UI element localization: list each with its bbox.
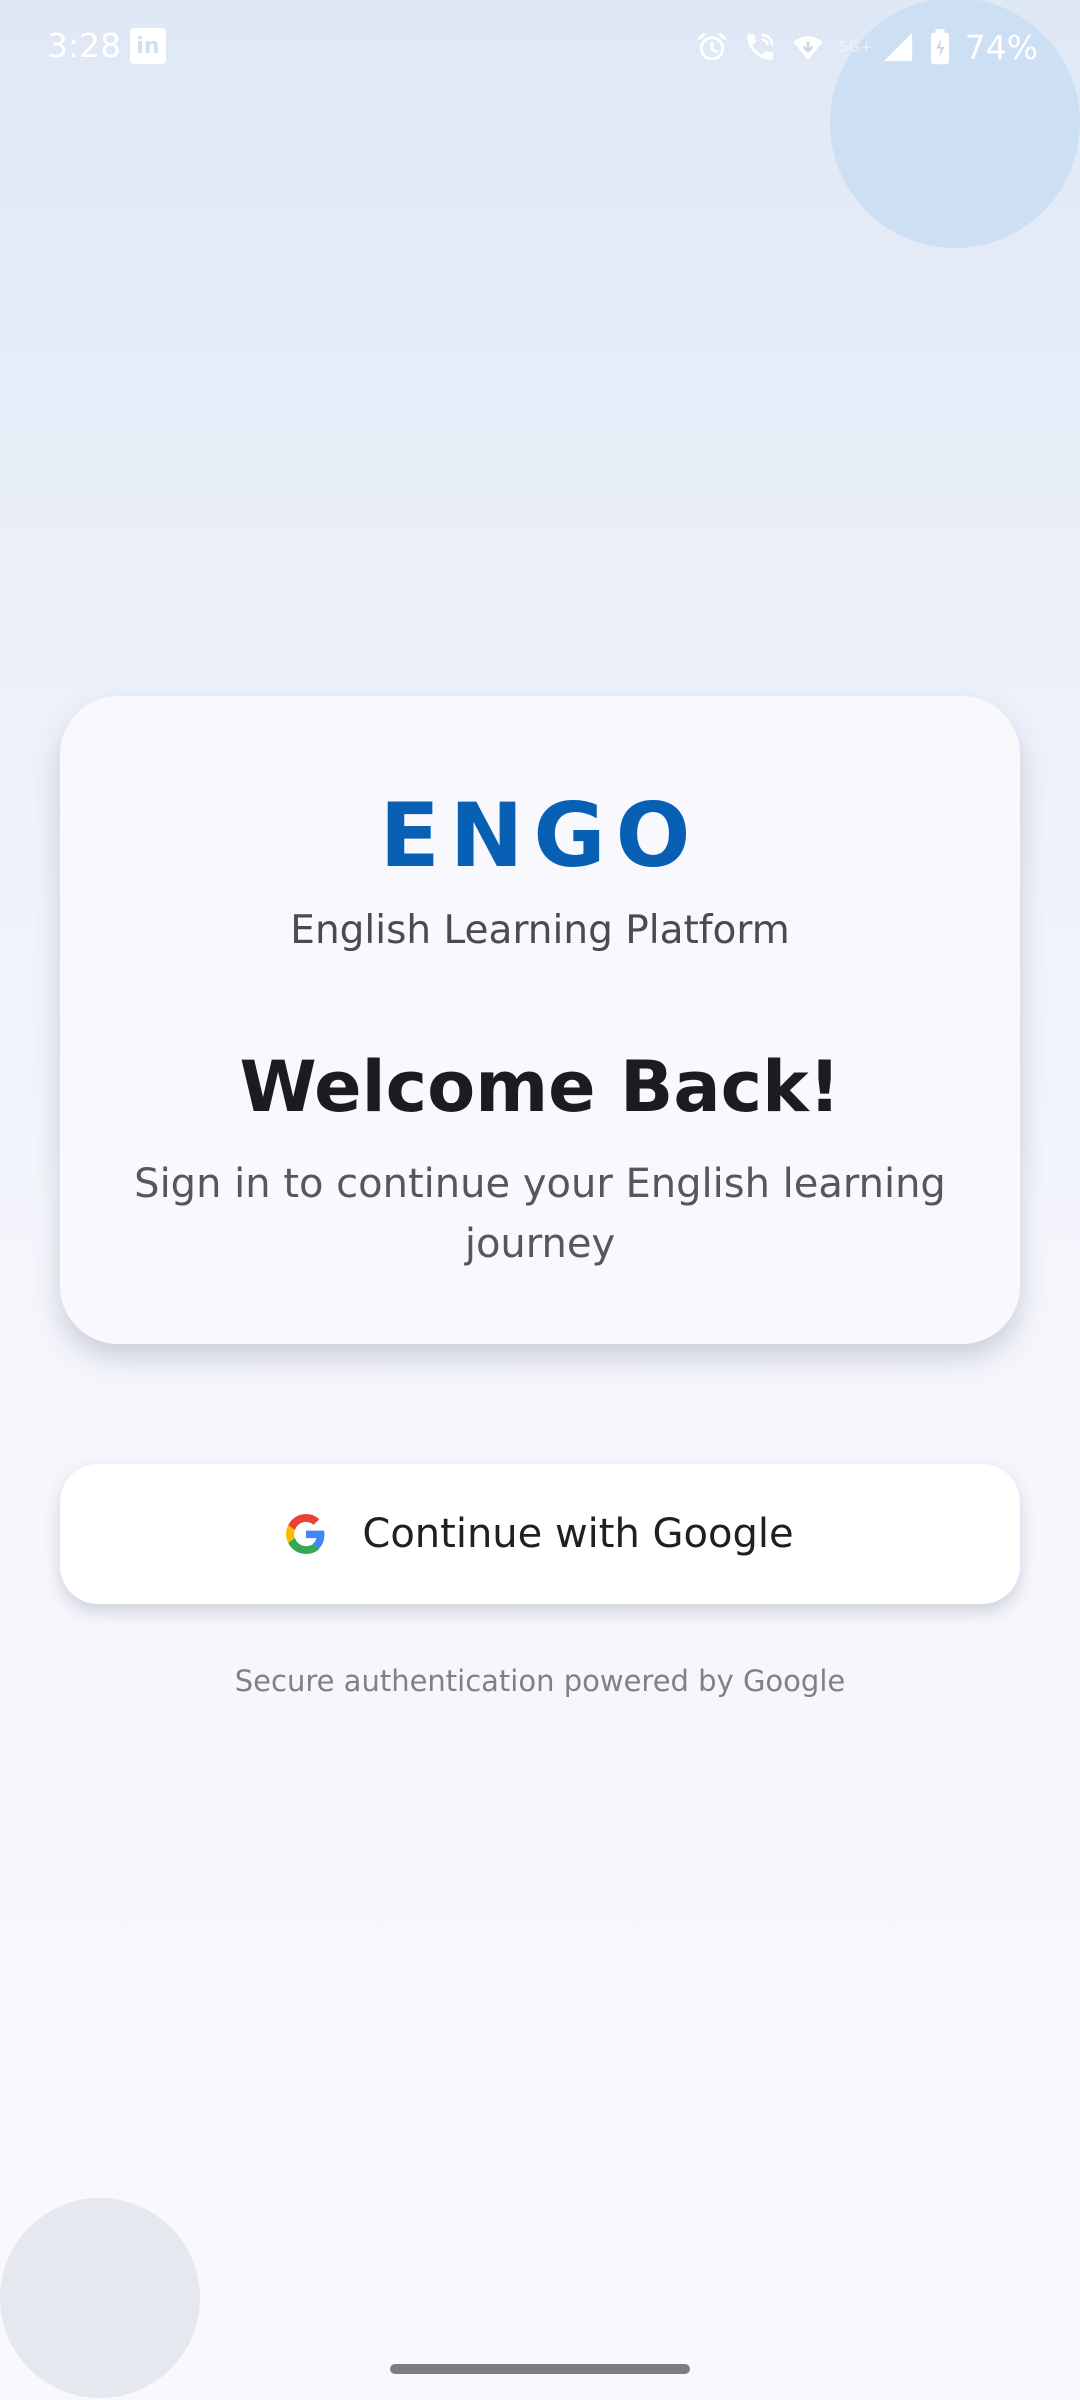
linkedin-icon: in: [130, 28, 166, 64]
app-logo: ENGO: [379, 784, 701, 887]
battery-icon: [930, 29, 949, 65]
decorative-circle-bottom: [0, 2198, 200, 2398]
wifi-calling-icon: [747, 33, 774, 60]
welcome-description: Sign in to continue your English learnin…: [134, 1161, 946, 1267]
status-bar: 3:28 in 5G+ 74%: [0, 0, 1080, 92]
battery-percent: 74%: [964, 27, 1039, 67]
data-wifi-icon: [793, 36, 823, 60]
welcome-heading: Welcome Back!: [239, 1046, 841, 1128]
home-indicator[interactable]: [390, 2364, 690, 2374]
app-subtitle: English Learning Platform: [290, 908, 790, 953]
network-type: 5G+: [839, 38, 873, 56]
google-g-icon: [286, 1514, 325, 1554]
welcome-card: ENGO English Learning Platform Welcome B…: [60, 696, 1020, 1344]
continue-with-google-button[interactable]: Continue with Google: [60, 1464, 1020, 1604]
status-time: 3:28: [47, 26, 122, 65]
status-icons: 5G+ 74%: [695, 27, 1038, 67]
alarm-icon: [697, 32, 727, 61]
google-button-label: Continue with Google: [362, 1511, 794, 1557]
signal-icon: [883, 32, 912, 62]
secure-auth-note: Secure authentication powered by Google: [234, 1664, 846, 1698]
